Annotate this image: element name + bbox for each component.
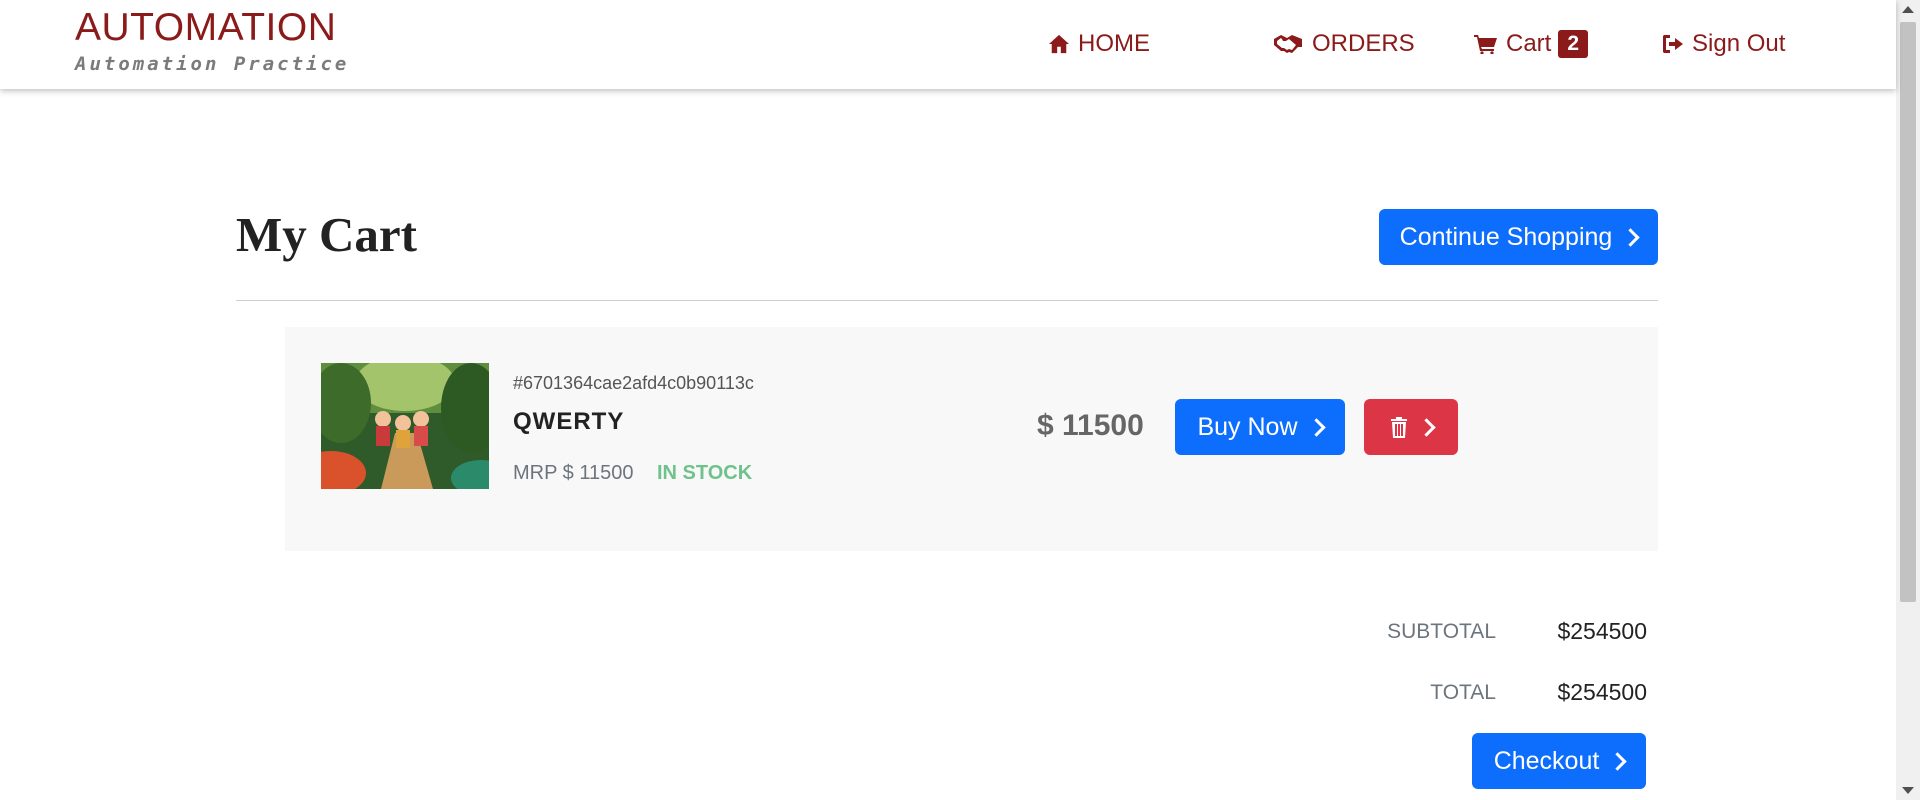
delete-item-button[interactable] xyxy=(1364,399,1458,455)
nav-orders-link[interactable]: ORDERS xyxy=(1272,26,1415,62)
chevron-right-icon xyxy=(1608,752,1628,771)
header-divider xyxy=(236,300,1658,301)
chevron-right-icon xyxy=(1416,418,1436,437)
checkout-button[interactable]: Checkout xyxy=(1472,733,1646,789)
handshake-icon xyxy=(1274,35,1302,53)
checkout-label: Checkout xyxy=(1493,746,1600,775)
product-price: $ 11500 xyxy=(1037,409,1144,442)
nav-cart-link[interactable]: Cart 2 xyxy=(1474,26,1589,62)
brand-subtitle: Automation Practice xyxy=(75,53,350,75)
trash-icon xyxy=(1390,416,1407,438)
product-thumbnail[interactable] xyxy=(321,363,489,489)
product-mrp: MRP $ 11500 xyxy=(513,462,634,484)
chevron-right-icon xyxy=(1621,228,1641,247)
product-name: QWERTY xyxy=(513,408,625,435)
page-title: My Cart xyxy=(236,207,417,262)
brand-logo[interactable]: AUTOMATION Automation Practice xyxy=(75,6,349,75)
sign-out-icon xyxy=(1663,35,1683,53)
subtotal-value: $254500 xyxy=(1557,618,1647,644)
shopping-cart-icon xyxy=(1474,35,1497,54)
nav-sign-out-label: Sign Out xyxy=(1692,30,1786,57)
nav-home-label: HOME xyxy=(1078,30,1150,57)
nav-home-link[interactable]: HOME xyxy=(1048,26,1150,62)
scrollbar-thumb[interactable] xyxy=(1900,22,1916,602)
continue-shopping-button[interactable]: Continue Shopping xyxy=(1379,209,1658,265)
nav-cart-label: Cart xyxy=(1506,30,1552,57)
vertical-scrollbar[interactable] xyxy=(1896,0,1920,800)
top-navbar: AUTOMATION Automation Practice HOME ORDE… xyxy=(0,0,1896,89)
brand-title: AUTOMATION xyxy=(75,6,337,49)
scroll-up-arrow-icon[interactable] xyxy=(1902,6,1914,13)
scroll-down-arrow-icon[interactable] xyxy=(1902,787,1914,794)
stock-status: IN STOCK xyxy=(657,462,753,484)
nav-sign-out-link[interactable]: Sign Out xyxy=(1662,26,1785,62)
product-id: #6701364cae2afd4c0b90113c xyxy=(513,373,754,393)
cart-count-badge: 2 xyxy=(1558,30,1589,58)
nav-orders-label: ORDERS xyxy=(1312,30,1415,57)
home-icon xyxy=(1049,34,1069,54)
chevron-right-icon xyxy=(1306,418,1326,437)
buy-now-label: Buy Now xyxy=(1197,412,1298,441)
total-value: $254500 xyxy=(1557,679,1647,705)
continue-shopping-label: Continue Shopping xyxy=(1399,222,1613,251)
buy-now-button[interactable]: Buy Now xyxy=(1175,399,1345,455)
